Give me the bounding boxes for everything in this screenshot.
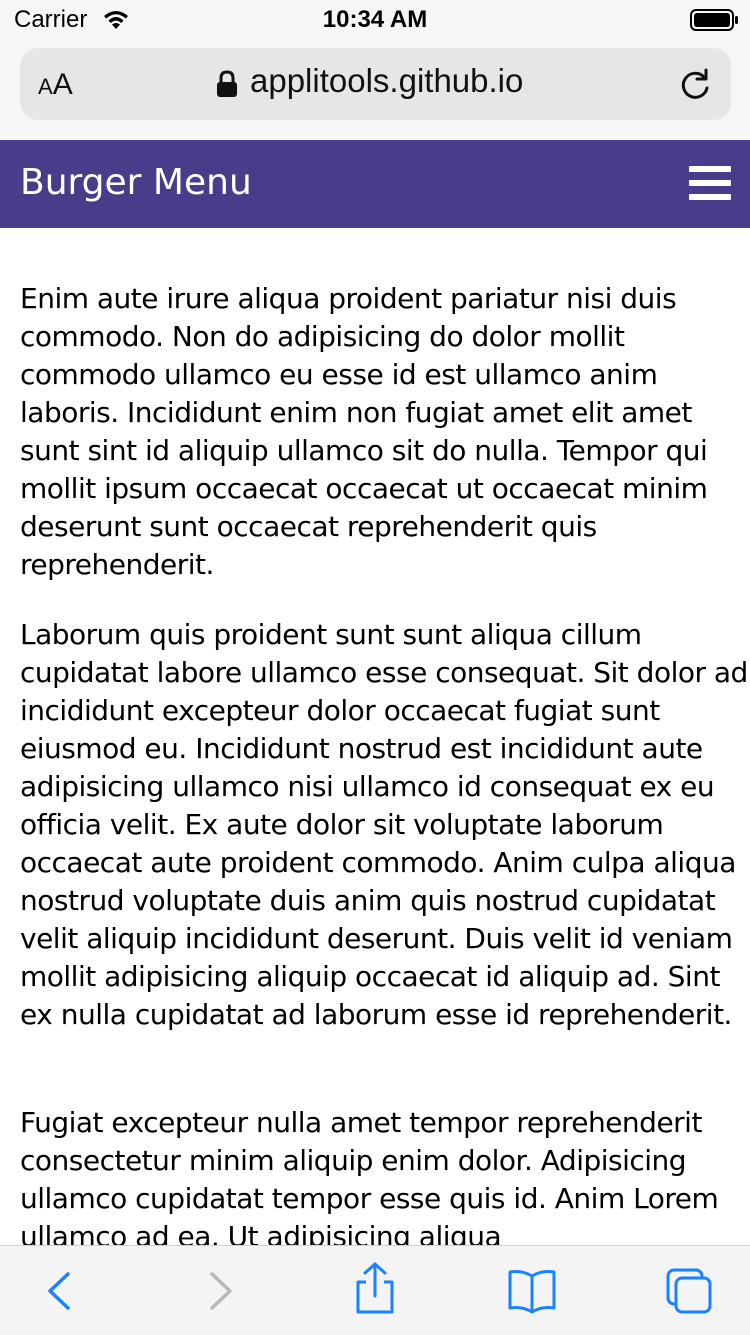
- address-bar[interactable]: AA applitools.github.io: [20, 48, 731, 120]
- text-size-button[interactable]: AA: [38, 68, 73, 102]
- browser-toolbar: [0, 1245, 750, 1335]
- clock: 10:34 AM: [322, 6, 428, 33]
- chevron-right-icon[interactable]: [194, 1266, 244, 1316]
- nav-title[interactable]: Burger Menu: [20, 162, 252, 203]
- battery-icon: [690, 9, 740, 35]
- share-icon[interactable]: [350, 1260, 400, 1314]
- reload-icon[interactable]: [677, 68, 713, 108]
- browser-address-area: AA applitools.github.io: [0, 40, 750, 140]
- url-domain[interactable]: applitools.github.io: [250, 62, 523, 100]
- site-navbar: Burger Menu: [0, 140, 750, 228]
- lock-icon: [216, 70, 238, 102]
- hamburger-menu-icon[interactable]: [689, 166, 731, 202]
- text-size-small-label: A: [38, 74, 53, 99]
- page-content: Enim aute irure aliqua proident pariatur…: [0, 228, 750, 1245]
- paragraph: Fugiat excepteur nulla amet tempor repre…: [20, 1106, 719, 1245]
- text-size-big-label: A: [52, 68, 73, 101]
- paragraph: Laborum quis proident sunt sunt aliqua c…: [20, 618, 748, 1031]
- chevron-left-icon[interactable]: [36, 1266, 86, 1316]
- paragraph: Enim aute irure aliqua proident pariatur…: [20, 282, 708, 581]
- status-bar: Carrier 10:34 AM: [0, 0, 750, 40]
- tabs-icon[interactable]: [664, 1266, 714, 1316]
- book-icon[interactable]: [506, 1266, 556, 1316]
